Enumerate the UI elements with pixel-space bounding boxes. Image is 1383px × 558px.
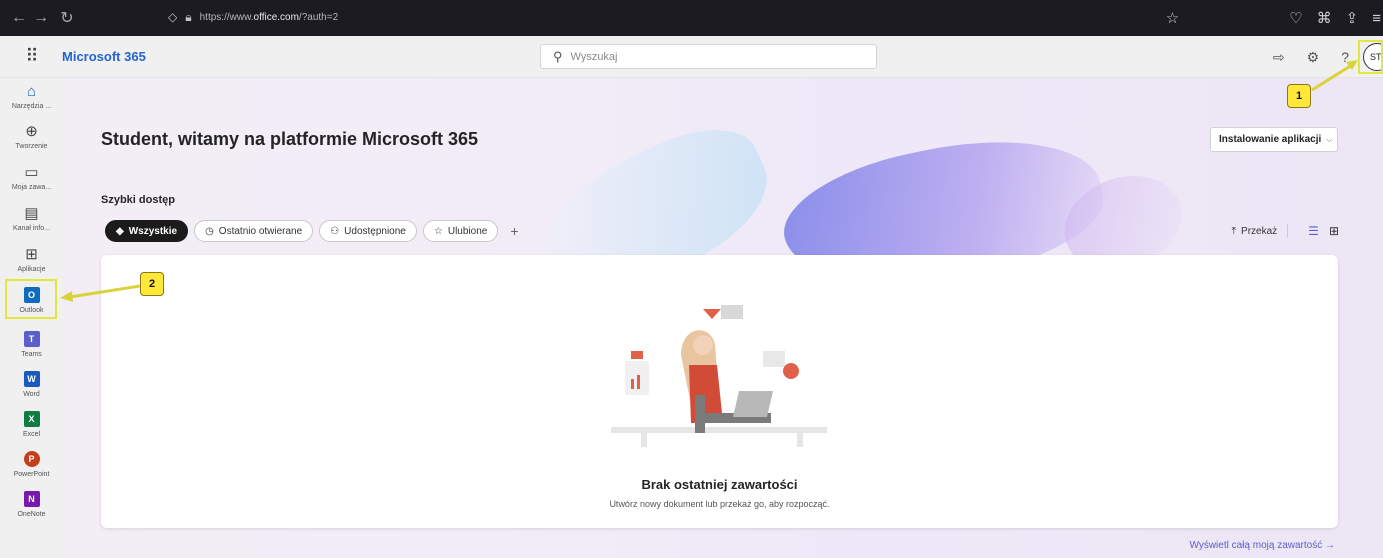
upload-button[interactable]: Przekaż <box>1241 226 1277 237</box>
install-apps-button[interactable]: Instalowanie aplikacji ⌵ <box>1210 127 1338 152</box>
excel-icon: X <box>23 411 40 427</box>
feedback-icon[interactable]: ⇨ <box>1273 49 1285 66</box>
rail-item-excel[interactable]: X Excel <box>0 406 63 446</box>
divider <box>1287 224 1289 238</box>
arrow-right-icon: → <box>1325 540 1335 551</box>
rail-item-feed[interactable]: ▤ Kanał info... <box>0 200 63 240</box>
rail-item-home[interactable]: ⌂ Narzędzia ... <box>0 78 63 118</box>
address-bar[interactable]: ◇ 🔒︎ https://www.office.com/?auth=2 <box>168 4 1210 30</box>
filter-shared[interactable]: ⚇ Udostępnione <box>319 220 417 242</box>
back-icon[interactable]: ← <box>8 9 30 27</box>
shield-icon: ◇ <box>168 10 178 24</box>
rail-item-teams[interactable]: T Teams <box>0 326 63 366</box>
rail-item-create[interactable]: ⊕ Tworzenie <box>0 118 63 158</box>
app-launcher-icon[interactable]: ⠿ <box>0 46 62 67</box>
filter-pills: ◆ Wszystkie ◷ Ostatnio otwierane ⚇ Udost… <box>105 219 519 243</box>
view-tools: ⤒ Przekaż ☰ ⊞ <box>1232 224 1339 238</box>
chevron-down-icon: ⌵ <box>1326 134 1333 144</box>
translate-icon[interactable]: ⌘ <box>1317 9 1332 27</box>
onenote-icon: N <box>23 491 40 507</box>
help-icon[interactable]: ? <box>1341 49 1349 65</box>
list-view-icon[interactable]: ☰ <box>1308 224 1319 238</box>
empty-state-illustration <box>611 305 827 447</box>
filter-favorites[interactable]: ☆ Ulubione <box>422 220 499 242</box>
clock-icon: ◷ <box>205 225 214 237</box>
menu-icon[interactable]: ≡ <box>1372 10 1381 27</box>
empty-state-subtitle: Utwórz nowy dokument lub przekaż go, aby… <box>609 499 830 509</box>
rail-item-powerpoint[interactable]: P PowerPoint <box>0 446 63 486</box>
gear-icon[interactable]: ⚙ <box>1307 49 1320 66</box>
brand-link[interactable]: Microsoft 365 <box>62 49 146 64</box>
add-filter-icon[interactable]: + <box>510 223 518 239</box>
folder-icon: ▭ <box>24 164 39 181</box>
office-icon: ◆ <box>116 225 124 237</box>
search-input[interactable]: ⚲ Wyszukaj <box>540 44 877 69</box>
lock-icon: 🔒︎ <box>185 9 192 24</box>
grid-view-icon[interactable]: ⊞ <box>1329 224 1339 238</box>
bookmark-star-icon[interactable]: ☆ <box>1166 9 1179 27</box>
see-all-link[interactable]: Wyświetl całą moją zawartość → <box>1189 540 1335 551</box>
filter-recent[interactable]: ◷ Ostatnio otwierane <box>194 220 314 242</box>
powerpoint-icon: P <box>23 451 40 467</box>
people-icon: ⚇ <box>330 225 340 237</box>
word-icon: W <box>23 371 40 387</box>
quick-access-heading: Szybki dostęp <box>101 194 175 206</box>
reload-icon[interactable]: ↻ <box>56 8 78 28</box>
page-title: Student, witamy na platformie Microsoft … <box>101 129 479 149</box>
highlight-avatar <box>1358 40 1383 74</box>
app-header: ⠿ Microsoft 365 ⚲ Wyszukaj ⇨ ⚙ ? ST <box>0 36 1383 78</box>
rail-item-onenote[interactable]: N OneNote <box>0 486 63 526</box>
teams-icon: T <box>23 331 40 347</box>
highlight-outlook <box>5 279 57 319</box>
content-card: Brak ostatniej zawartości Utwórz nowy do… <box>101 255 1338 528</box>
rail-item-word[interactable]: W Word <box>0 366 63 406</box>
apps-icon: ⊞ <box>25 246 38 263</box>
browser-toolbar: ← → ↻ ◇ 🔒︎ https://www.office.com/?auth=… <box>0 0 1383 36</box>
empty-state-title: Brak ostatniej zawartości <box>641 477 798 492</box>
rail-item-my-content[interactable]: ▭ Moja zawa... <box>0 159 63 199</box>
plus-circle-icon: ⊕ <box>25 123 38 140</box>
feed-icon: ▤ <box>24 205 39 222</box>
share-icon[interactable]: ⇪ <box>1346 9 1359 27</box>
filter-all[interactable]: ◆ Wszystkie <box>105 220 189 242</box>
main-content: Student, witamy na platformie Microsoft … <box>63 78 1383 558</box>
search-icon: ⚲ <box>553 48 563 64</box>
search-placeholder: Wyszukaj <box>570 50 618 63</box>
callout-2: 2 <box>140 272 164 296</box>
home-icon: ⌂ <box>26 82 37 100</box>
forward-icon[interactable]: → <box>30 9 52 27</box>
rail-item-apps[interactable]: ⊞ Aplikacje <box>0 241 63 281</box>
star-icon: ☆ <box>433 225 443 237</box>
callout-1: 1 <box>1287 84 1311 108</box>
pocket-icon[interactable]: ♡ <box>1289 9 1302 27</box>
url-text: https://www.office.com/?auth=2 <box>199 11 339 23</box>
upload-icon[interactable]: ⤒ <box>1232 226 1236 237</box>
